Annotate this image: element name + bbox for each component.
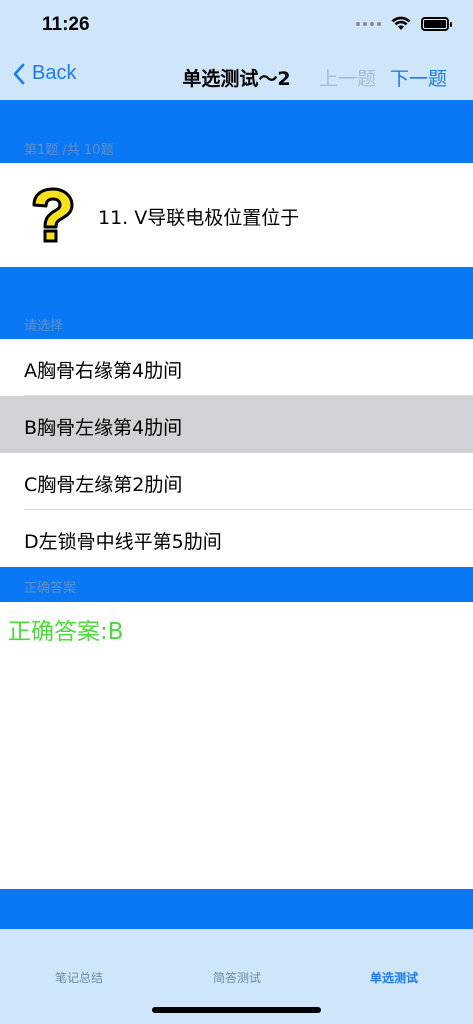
option-b-label: B胸骨左缘第4肋间 xyxy=(24,417,183,439)
options-header-label: 请选择 xyxy=(24,319,64,334)
previous-question-button[interactable]: 上一题 xyxy=(319,64,376,91)
question-mark-icon xyxy=(32,187,74,243)
navigation-bar: Back 单选测试～2 上一题 下一题 xyxy=(0,52,473,100)
back-button[interactable]: Back xyxy=(12,62,76,85)
next-question-button[interactable]: 下一题 xyxy=(390,64,447,91)
option-c[interactable]: C胸骨左缘第2肋间 xyxy=(0,453,473,510)
option-a[interactable]: A胸骨右缘第4肋间 xyxy=(0,339,473,396)
tab-notes-summary[interactable]: 笔记总结 xyxy=(19,969,139,986)
question-row: 11. V导联电极位置位于 xyxy=(0,163,473,267)
option-b[interactable]: B胸骨左缘第4肋间 xyxy=(0,396,473,453)
answer-header-label: 正确答案 xyxy=(24,581,77,596)
status-icons xyxy=(356,16,452,31)
option-d-label: D左锁骨中线平第5肋间 xyxy=(24,531,222,553)
back-button-label: Back xyxy=(32,62,77,84)
answer-section-header: 正确答案 xyxy=(0,567,473,602)
question-section-header: 第1题 /共 10题 xyxy=(0,100,473,163)
chevron-left-icon xyxy=(13,63,25,84)
status-bar: 11:26 xyxy=(0,0,473,52)
question-progress-label: 第1题 /共 10题 xyxy=(24,143,114,158)
status-time: 11:26 xyxy=(42,14,90,35)
option-a-label: A胸骨右缘第4肋间 xyxy=(24,360,183,382)
options-section-header: 请选择 xyxy=(0,267,473,339)
home-indicator xyxy=(152,1007,321,1013)
battery-icon xyxy=(421,16,452,31)
option-d[interactable]: D左锁骨中线平第5肋间 xyxy=(0,510,473,567)
tab-short-answer-test[interactable]: 简答测试 xyxy=(177,969,297,986)
correct-answer-text: 正确答案:B xyxy=(8,619,124,645)
footer-band xyxy=(0,889,473,929)
wifi-icon xyxy=(391,16,411,30)
question-text: 11. V导联电极位置位于 xyxy=(98,207,300,229)
cellular-signal-icon xyxy=(356,21,381,26)
tab-single-choice-test[interactable]: 单选测试 xyxy=(334,969,454,986)
option-c-label: C胸骨左缘第2肋间 xyxy=(24,474,183,496)
